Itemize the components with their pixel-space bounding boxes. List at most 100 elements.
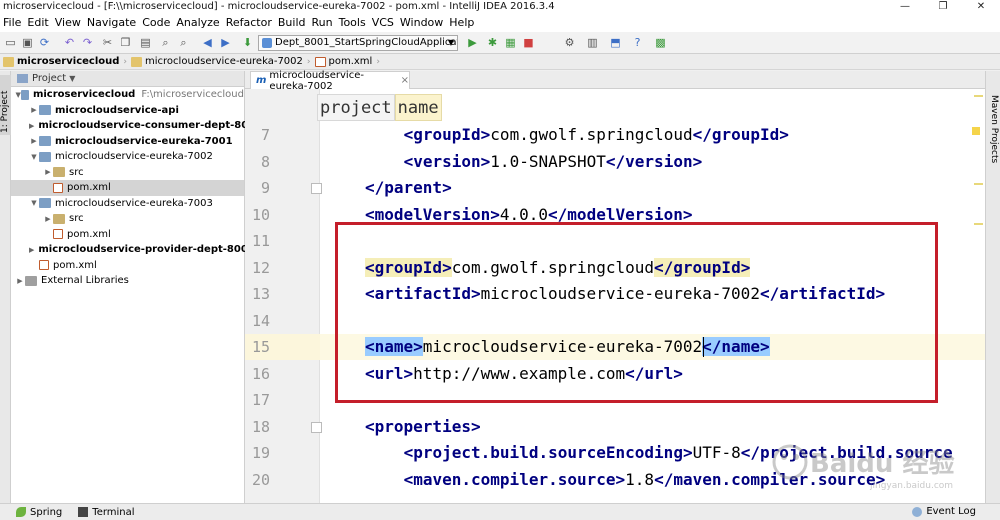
paste-icon[interactable]: ▤: [138, 36, 153, 50]
code-line[interactable]: <maven.compiler.source>1.8</maven.compil…: [404, 467, 886, 493]
fold-marker-icon[interactable]: [311, 421, 322, 433]
collapsed-arrow-icon[interactable]: ▶: [29, 246, 34, 254]
xml-breadcrumb-name[interactable]: name: [394, 94, 442, 121]
project-tree: ▼ microservicecloud F:\microservicecloud ▶ m…: [11, 87, 255, 289]
project-structure-icon[interactable]: ▥: [585, 36, 600, 50]
minimize-button[interactable]: —: [886, 0, 924, 14]
xml-tag: <maven.compiler.source>: [403, 469, 626, 489]
maven-file-icon: [53, 229, 63, 240]
tree-item[interactable]: ▶ microcloudservice-provider-dept-8001: [11, 242, 255, 258]
fold-marker-icon[interactable]: [311, 183, 322, 194]
save-icon[interactable]: ▣: [20, 36, 35, 50]
terminal-tool-button[interactable]: Terminal: [78, 507, 135, 518]
expanded-arrow-icon[interactable]: ▼: [29, 153, 39, 161]
main-toolbar: Dept_8001_StartSpringCloudApplication ▼ …: [0, 32, 1000, 54]
code-editor[interactable]: 7 8 9 10 11 12 13 14 15 16 17 18 19 20 <groupId>com.g…: [245, 89, 985, 503]
tree-item[interactable]: ▶ microcloudservice-eureka-7001: [11, 134, 244, 150]
project-panel-header[interactable]: Project ▼: [11, 71, 244, 87]
expanded-arrow-icon[interactable]: ▼: [29, 199, 39, 207]
menu-code[interactable]: Code: [139, 14, 173, 32]
tree-item[interactable]: ▶ External Libraries: [11, 273, 244, 289]
project-tool-tab[interactable]: 1: Project: [0, 75, 11, 135]
collapsed-arrow-icon[interactable]: ▶: [43, 168, 53, 176]
editor-tab-pom[interactable]: m microcloudservice-eureka-7002 ×: [250, 70, 410, 92]
collapsed-arrow-icon[interactable]: ▶: [29, 106, 39, 114]
spring-leaf-icon: [16, 507, 26, 517]
back-icon[interactable]: ◀: [200, 36, 215, 50]
spring-tool-button[interactable]: Spring: [16, 507, 62, 518]
run-configuration-select[interactable]: Dept_8001_StartSpringCloudApplication ▼: [258, 35, 458, 51]
close-tab-icon[interactable]: ×: [401, 75, 409, 86]
right-tool-stripe: Maven Projects: [985, 71, 1000, 503]
sdk-icon[interactable]: ⬒: [608, 36, 623, 50]
collapsed-arrow-icon[interactable]: ▶: [15, 277, 25, 285]
debug-icon[interactable]: ✱: [485, 36, 500, 50]
maven-projects-tab[interactable]: Maven Projects: [987, 75, 1000, 163]
undo-icon[interactable]: ↶: [62, 36, 77, 50]
sync-icon[interactable]: ⟳: [37, 36, 52, 50]
tree-item[interactable]: ▼ microcloudservice-eureka-7002: [11, 149, 244, 165]
breadcrumb-item[interactable]: pom.xml ›: [314, 56, 380, 67]
event-log-button[interactable]: Event Log: [912, 506, 976, 517]
stripe-marker[interactable]: [974, 183, 983, 185]
tree-item[interactable]: pom.xml: [11, 227, 244, 243]
menu-edit[interactable]: Edit: [24, 14, 51, 32]
stripe-marker[interactable]: [974, 95, 983, 97]
tree-item[interactable]: pom.xml: [11, 180, 244, 196]
tree-item-label: microservicecloud: [32, 89, 136, 101]
inspection-status-icon[interactable]: [972, 127, 980, 135]
menu-refactor[interactable]: Refactor: [223, 14, 275, 32]
make-icon[interactable]: ⬇: [240, 36, 255, 50]
menu-analyze[interactable]: Analyze: [173, 14, 222, 32]
tree-item[interactable]: ▶ src: [11, 211, 244, 227]
close-button[interactable]: ✕: [962, 0, 1000, 14]
menu-window[interactable]: Window: [397, 14, 446, 32]
menu-navigate[interactable]: Navigate: [84, 14, 139, 32]
restore-button[interactable]: ❐: [924, 0, 962, 14]
run-configuration-label: Dept_8001_StartSpringCloudApplication: [275, 37, 458, 48]
code-line[interactable]: </parent>: [365, 175, 452, 201]
xml-breadcrumb-project[interactable]: project: [317, 94, 395, 121]
tree-item[interactable]: ▶ microcloudservice-consumer-dept-80: [11, 118, 248, 134]
line-number: 20: [251, 470, 270, 489]
code-line[interactable]: <properties>: [365, 414, 481, 440]
copy-icon[interactable]: ❐: [118, 36, 133, 50]
xml-breadcrumb: project name: [317, 94, 442, 121]
menu-view[interactable]: View: [52, 14, 84, 32]
breadcrumb-item[interactable]: microcloudservice-eureka-7002 ›: [131, 56, 311, 67]
run-icon[interactable]: ▶: [465, 36, 480, 50]
collapsed-arrow-icon[interactable]: ▶: [29, 122, 34, 130]
event-icon[interactable]: ▩: [653, 36, 668, 50]
help-icon[interactable]: ?: [630, 36, 645, 50]
menu-vcs[interactable]: VCS: [369, 14, 397, 32]
code-line[interactable]: <version>1.0-SNAPSHOT</version>: [404, 149, 703, 175]
code-line[interactable]: <groupId>com.gwolf.springcloud</groupId>: [404, 122, 789, 148]
collapsed-arrow-icon[interactable]: ▶: [29, 137, 39, 145]
menu-file[interactable]: File: [0, 14, 24, 32]
breadcrumb-item[interactable]: microservicecloud ›: [3, 56, 127, 67]
redo-icon[interactable]: ↷: [80, 36, 95, 50]
menu-bar: File Edit View Navigate Code Analyze Refactor B…: [0, 14, 1000, 32]
tree-item[interactable]: ▼ microcloudservice-eureka-7003: [11, 196, 244, 212]
menu-run[interactable]: Run: [309, 14, 336, 32]
cut-icon[interactable]: ✂: [100, 36, 115, 50]
tree-item[interactable]: ▶ src: [11, 165, 244, 181]
line-number: 10: [251, 205, 270, 224]
open-folder-icon[interactable]: ▭: [3, 36, 18, 50]
code-line[interactable]: <project.build.sourceEncoding>UTF-8</pro…: [404, 440, 953, 466]
tree-item-label: pom.xml: [67, 182, 111, 194]
forward-icon[interactable]: ▶: [218, 36, 233, 50]
settings-icon[interactable]: ⚙: [562, 36, 577, 50]
collapsed-arrow-icon[interactable]: ▶: [43, 215, 53, 223]
find-icon[interactable]: ⌕: [158, 36, 173, 50]
stripe-marker[interactable]: [974, 223, 983, 225]
menu-tools[interactable]: Tools: [336, 14, 369, 32]
replace-icon[interactable]: ⌕: [176, 36, 191, 50]
tree-item[interactable]: ▼ microservicecloud F:\microservicecloud: [11, 87, 244, 103]
tree-item[interactable]: pom.xml: [11, 258, 244, 274]
menu-help[interactable]: Help: [446, 14, 477, 32]
coverage-icon[interactable]: ▦: [503, 36, 518, 50]
stop-icon[interactable]: ■: [521, 36, 536, 50]
tree-item[interactable]: ▶ microcloudservice-api: [11, 103, 244, 119]
menu-build[interactable]: Build: [275, 14, 309, 32]
